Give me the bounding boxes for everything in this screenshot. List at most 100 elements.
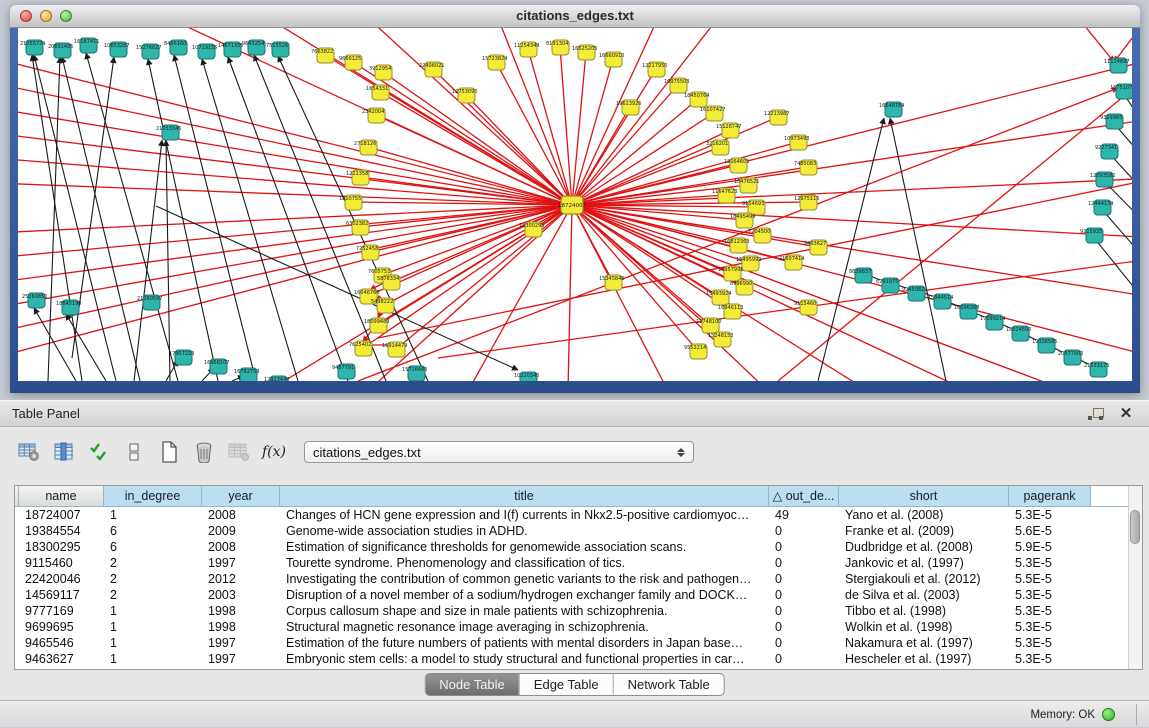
graph-node[interactable]: 21533175 xyxy=(1084,362,1109,377)
window-titlebar[interactable]: citations_edges.txt xyxy=(10,5,1140,28)
graph-node[interactable]: 16914479 xyxy=(382,342,407,357)
graph-node[interactable]: 20691406 xyxy=(48,43,73,58)
graph-node[interactable]: 15345846 xyxy=(599,275,624,290)
graph-node[interactable]: 16096368 xyxy=(954,304,979,319)
close-window-button[interactable] xyxy=(20,10,32,22)
graph-node[interactable]: 19613926 xyxy=(616,100,641,115)
graph-node[interactable]: 25260850 xyxy=(22,293,47,308)
graph-node[interactable]: 6302382 xyxy=(346,220,369,235)
table-selector-dropdown[interactable]: citations_edges.txt xyxy=(304,441,694,463)
graph-node[interactable]: 3216201 xyxy=(706,140,729,155)
graph-node[interactable]: 9463627 xyxy=(804,240,827,255)
column-header-short[interactable]: short xyxy=(839,486,1009,506)
table-row[interactable]: 1830029562008Estimation of significance … xyxy=(15,539,1128,555)
zoom-window-button[interactable] xyxy=(60,10,72,22)
column-header-year[interactable]: year xyxy=(202,486,280,506)
graph-node[interactable]: 11254349 xyxy=(514,42,539,57)
graph-node[interactable]: 12093582 xyxy=(1090,172,1115,187)
graph-node[interactable]: 17099214 xyxy=(980,315,1005,330)
graph-node[interactable]: 15493924 xyxy=(706,290,731,305)
graph-node[interactable]: 12923448 xyxy=(264,376,289,381)
graph-node[interactable]: 8466160 xyxy=(164,40,187,55)
graph-node[interactable]: 8191304 xyxy=(546,40,569,55)
graph-node[interactable]: 10973493 xyxy=(784,135,809,150)
graph-node[interactable]: 16946113 xyxy=(718,304,743,319)
graph-node[interactable]: 12444134 xyxy=(1088,200,1113,215)
table-row[interactable]: 2242004622012Investigating the contribut… xyxy=(15,571,1128,587)
graph-node[interactable]: 10653287 xyxy=(104,42,129,57)
graph-node[interactable]: 10476521 xyxy=(734,178,759,193)
graph-node[interactable]: 9660125 xyxy=(339,55,362,70)
table-settings-icon[interactable] xyxy=(16,440,42,464)
graph-node[interactable]: 8639837 xyxy=(849,268,872,283)
table-row[interactable]: 946554611997Estimation of the future num… xyxy=(15,635,1128,651)
tab-edge-table[interactable]: Edge Table xyxy=(520,674,614,695)
graph-node[interactable]: 2342004 xyxy=(362,108,385,123)
graph-node[interactable]: 9457791 xyxy=(332,364,355,379)
column-header-in_degree[interactable]: in_degree xyxy=(104,486,202,506)
graph-node[interactable]: 1810755 xyxy=(339,195,362,210)
graph-node[interactable]: 15276027 xyxy=(136,44,161,59)
row-options-icon[interactable] xyxy=(121,440,147,464)
graph-node[interactable]: 21260597 xyxy=(137,295,162,310)
graph-node[interactable]: 18450764 xyxy=(684,92,709,107)
graph-node[interactable]: 16187411 xyxy=(74,38,99,53)
graph-node[interactable]: 21607414 xyxy=(779,255,804,270)
graph-node[interactable]: 16660910 xyxy=(599,52,624,67)
graph-node[interactable]: 22406021 xyxy=(419,62,444,77)
graph-node[interactable]: 9227341 xyxy=(1095,144,1118,159)
select-rows-icon[interactable] xyxy=(86,440,112,464)
graph-node[interactable]: 7515526 xyxy=(266,42,289,57)
graph-node[interactable]: 10975503 xyxy=(664,78,689,93)
graph-node[interactable]: 21055724 xyxy=(20,40,45,55)
graph-node[interactable]: 9643254 xyxy=(242,40,265,55)
graph-node[interactable]: 7625402 xyxy=(349,341,372,356)
close-panel-icon[interactable]: ✕ xyxy=(1115,405,1137,423)
graph-node[interactable]: 7663822 xyxy=(311,48,334,63)
float-window-icon[interactable] xyxy=(1085,405,1107,423)
graph-node[interactable]: 18495499 xyxy=(730,213,755,228)
graph-node[interactable]: 15128747 xyxy=(716,123,741,138)
table-row[interactable]: 969969511998Structural magnetic resonanc… xyxy=(15,619,1128,635)
graph-node[interactable]: 15751074 xyxy=(1110,84,1132,99)
column-visibility-icon[interactable] xyxy=(51,440,77,464)
graph-node[interactable]: 7485083 xyxy=(794,160,817,175)
column-header-pagerank[interactable]: pagerank xyxy=(1009,486,1091,506)
graph-node[interactable]: 8996990 xyxy=(730,280,753,295)
graph-node[interactable]: 16625205 xyxy=(572,45,597,60)
graph-node[interactable]: 20577002 xyxy=(1058,350,1083,365)
graph-node[interactable]: 12753090 xyxy=(452,88,477,103)
table-row[interactable]: 1456911722003Disruption of a novel membe… xyxy=(15,587,1128,603)
graph-node[interactable]: 15944514 xyxy=(928,294,953,309)
graph-node[interactable]: 12213987 xyxy=(764,110,789,125)
table-row[interactable]: 911546021997Tourette syndrome. Phenomeno… xyxy=(15,555,1128,571)
graph-node[interactable]: 12217950 xyxy=(642,62,667,77)
scrollbar-thumb[interactable] xyxy=(1130,510,1140,544)
function-builder-icon[interactable]: f(x) xyxy=(261,440,287,464)
citation-graph[interactable]: 210557242069140616187411 10653287 15276027… xyxy=(18,28,1132,381)
table-row[interactable]: 946362711997Embryonic stem cells: a mode… xyxy=(15,651,1128,667)
table-row[interactable]: 1938455462009Genome-wide association stu… xyxy=(15,523,1128,539)
graph-hub-node[interactable]: 18724007 xyxy=(558,196,586,214)
graph-node[interactable]: 16958107 xyxy=(204,359,229,374)
column-header-title[interactable]: title xyxy=(280,486,769,506)
graph-node[interactable]: 14671355 xyxy=(218,42,243,57)
graph-node[interactable]: 19336585 xyxy=(1032,338,1057,353)
column-header-out_de[interactable]: △ out_de... xyxy=(769,486,839,506)
graph-node[interactable]: 16648784 xyxy=(879,102,904,117)
graph-node[interactable]: 2718126 xyxy=(354,140,377,155)
graph-node[interactable]: 10719155 xyxy=(192,44,217,59)
graph-node[interactable]: 18099489 xyxy=(364,318,389,333)
network-canvas[interactable]: 210557242069140616187411 10653287 15276027… xyxy=(18,28,1132,381)
column-header-name[interactable]: name xyxy=(19,486,104,506)
minimize-window-button[interactable] xyxy=(40,10,52,22)
new-document-icon[interactable] xyxy=(156,440,182,464)
tab-network-table[interactable]: Network Table xyxy=(614,674,724,695)
table-row[interactable]: 1872400712008Changes of HCN gene express… xyxy=(15,507,1128,523)
table-row[interactable]: 977716911998Corpus callosum shape and si… xyxy=(15,603,1128,619)
graph-node[interactable]: 14957991 xyxy=(718,266,743,281)
graph-node[interactable]: 9552214 xyxy=(684,344,707,359)
graph-node[interactable]: 1654331 xyxy=(366,85,389,100)
graph-node[interactable]: 9215935 xyxy=(1080,228,1103,243)
vertical-scrollbar[interactable] xyxy=(1128,486,1142,669)
